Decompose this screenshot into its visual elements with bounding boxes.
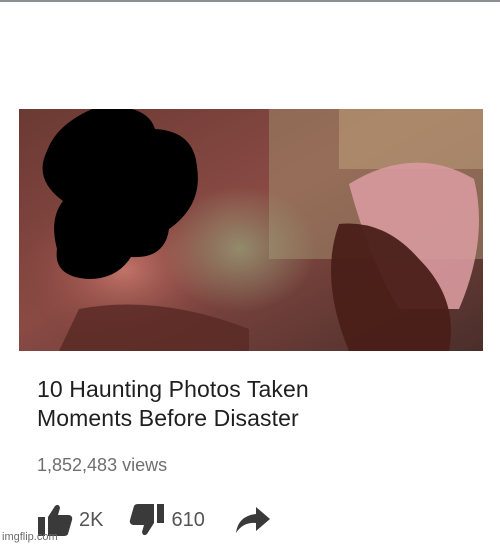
video-title-line-1: 10 Haunting Photos Taken — [37, 376, 309, 402]
action-row: 2K 610 — [37, 502, 271, 538]
top-divider — [0, 0, 500, 2]
view-count: 1,852,483 views — [37, 455, 168, 475]
share-button[interactable] — [235, 505, 271, 535]
share-arrow-icon — [235, 507, 270, 533]
like-count: 2K — [79, 508, 104, 531]
dislike-button[interactable]: 610 — [129, 503, 205, 537]
video-title-line-2: Moments Before Disaster — [37, 405, 299, 431]
thumbs-down-icon — [130, 504, 165, 536]
video-title[interactable]: 10 Haunting Photos Taken Moments Before … — [37, 375, 467, 433]
thumbnail-image — [19, 109, 483, 351]
video-thumbnail[interactable] — [19, 109, 483, 351]
watermark-text: imgflip.com — [2, 531, 58, 543]
dislike-count: 610 — [171, 508, 205, 531]
